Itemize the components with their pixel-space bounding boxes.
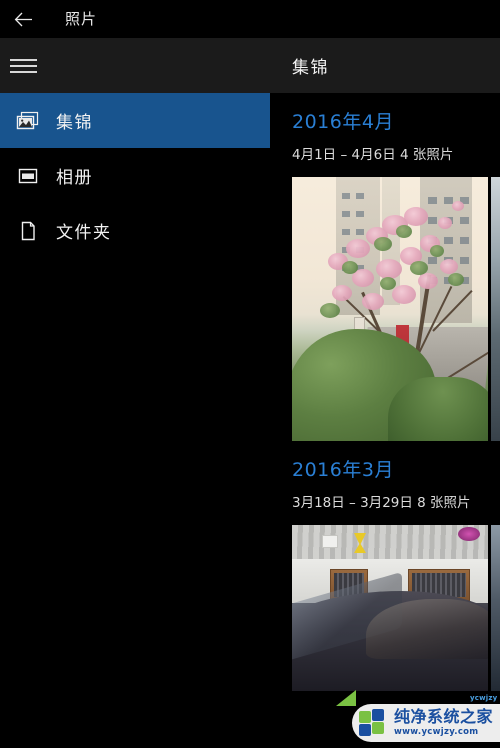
navigation-sidebar: 集锦 相册 文件夹	[0, 38, 270, 748]
group-title[interactable]: 2016年4月	[270, 93, 500, 135]
photos-app-window: 照片 集锦 相册 文件夹 集锦 2016年4月 4月1日 – 4月6日 4 张照…	[0, 0, 500, 748]
thumbnail-row	[270, 513, 500, 691]
hamburger-menu-button[interactable]	[0, 38, 270, 93]
app-title: 照片	[65, 10, 98, 28]
photo-car-workshop[interactable]	[292, 525, 488, 691]
title-bar: 照片	[0, 0, 500, 38]
sidebar-item-label: 集锦	[56, 113, 93, 133]
album-icon	[0, 166, 56, 186]
site-watermark: 纯净系统之家 www.ycwjzy.com	[352, 704, 500, 742]
group-title[interactable]: 2016年3月	[270, 441, 500, 483]
group-subtitle: 4月1日 – 4月6日 4 张照片	[292, 147, 454, 163]
sidebar-item-folders[interactable]: 文件夹	[0, 203, 270, 258]
watermark-site-name: 纯净系统之家	[394, 707, 494, 727]
back-button[interactable]	[0, 0, 46, 38]
hamburger-menu-icon	[10, 58, 56, 73]
watermark-site-url: www.ycwjzy.com	[394, 727, 479, 738]
sidebar-item-albums[interactable]: 相册	[0, 148, 270, 203]
photo-partial-right[interactable]	[491, 525, 500, 691]
back-arrow-icon	[14, 12, 33, 27]
main-content: 集锦 2016年4月 4月1日 – 4月6日 4 张照片 2016年3月 3月1…	[270, 38, 500, 748]
group-subtitle: 3月18日 – 3月29日 8 张照片	[292, 495, 471, 511]
sidebar-item-label: 相册	[56, 168, 93, 188]
thumbnail-row	[270, 165, 500, 441]
photo-thumbnail-image	[491, 525, 500, 691]
watermark-tiny-text: ycwjzy	[470, 694, 498, 702]
watermark-logo-icon	[359, 709, 389, 737]
photo-group-april: 2016年4月 4月1日 – 4月6日 4 张照片	[270, 93, 500, 441]
content-header: 集锦	[270, 38, 500, 93]
collection-photos-icon	[0, 111, 56, 131]
watermark-text-block: 纯净系统之家 www.ycwjzy.com	[394, 709, 493, 737]
sidebar-item-collection[interactable]: 集锦	[0, 93, 270, 148]
photo-partial-right[interactable]	[491, 177, 500, 441]
page-title: 集锦	[292, 58, 329, 78]
photo-thumbnail-image	[292, 177, 488, 441]
sidebar-item-label: 文件夹	[56, 223, 112, 243]
photo-group-march: 2016年3月 3月18日 – 3月29日 8 张照片	[270, 441, 500, 691]
photo-thumbnail-image	[292, 525, 488, 691]
photo-street-blossoms[interactable]	[292, 177, 488, 441]
folder-page-icon	[0, 220, 56, 242]
photo-thumbnail-image	[491, 177, 500, 441]
photo-scroll-area[interactable]: 2016年4月 4月1日 – 4月6日 4 张照片 2016年3月 3月18日 …	[270, 93, 500, 748]
